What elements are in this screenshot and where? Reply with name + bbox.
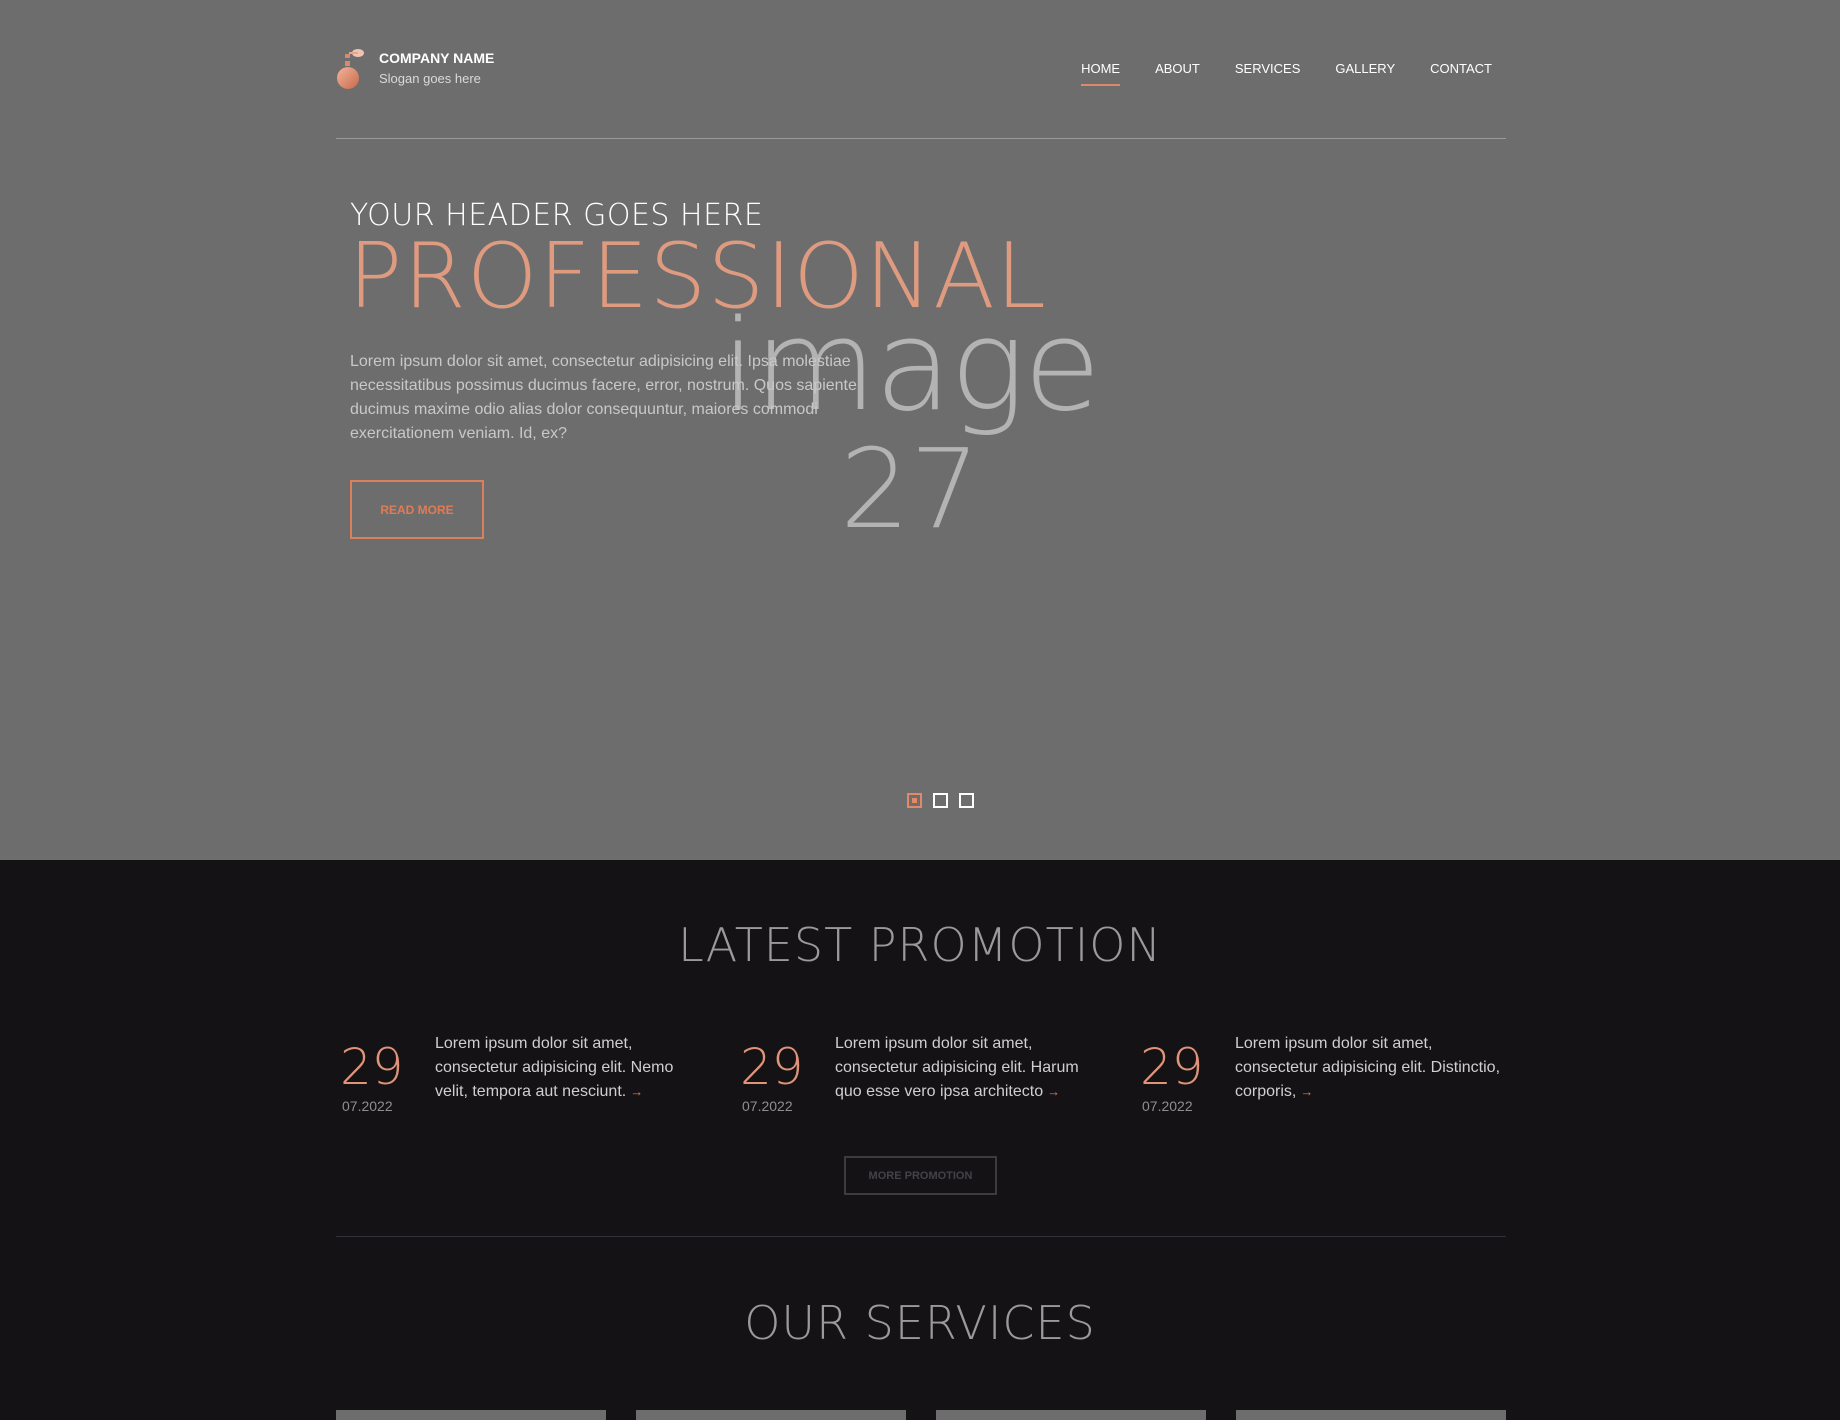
promotion-item: 29 07.2022 Lorem ipsum dolor sit amet, c… (336, 1030, 706, 1120)
service-card[interactable] (936, 1410, 1206, 1420)
promotion-text-body: Lorem ipsum dolor sit amet, consectetur … (835, 1035, 1079, 1100)
section-divider (336, 1236, 1506, 1237)
promotion-day: 29 (340, 1038, 404, 1096)
nav-item-contact[interactable]: CONTACT (1430, 61, 1492, 86)
promotion-list: 29 07.2022 Lorem ipsum dolor sit amet, c… (336, 1030, 1506, 1120)
nav-item-about[interactable]: ABOUT (1155, 61, 1200, 86)
more-promotion-button[interactable]: MORE PROMOTION (844, 1156, 997, 1195)
slide-dot-3[interactable] (959, 793, 974, 808)
services-title: OUR SERVICES (744, 1296, 1096, 1350)
company-name: COMPANY NAME (379, 50, 495, 66)
service-card[interactable] (1236, 1410, 1506, 1420)
promotion-item: 29 07.2022 Lorem ipsum dolor sit amet, c… (736, 1030, 1106, 1120)
slogan: Slogan goes here (379, 71, 481, 86)
service-card[interactable] (636, 1410, 906, 1420)
slide-dot-1[interactable] (907, 793, 922, 808)
hero-slider: image 27 COMPANY NAME Slogan goes here H… (0, 0, 1840, 860)
placeholder-number: 27 (840, 425, 980, 554)
promotion-text: Lorem ipsum dolor sit amet, consectetur … (435, 1032, 705, 1104)
arrow-right-icon[interactable]: → (1300, 1084, 1313, 1099)
promotion-date: 07.2022 (1142, 1098, 1193, 1114)
promotion-title: LATEST PROMOTION (678, 918, 1162, 972)
nav-item-services[interactable]: SERVICES (1235, 61, 1301, 86)
promotion-day: 29 (740, 1038, 804, 1096)
nav-item-home[interactable]: HOME (1081, 61, 1121, 86)
header-divider (336, 138, 1506, 139)
nav-item-gallery[interactable]: GALLERY (1335, 61, 1395, 86)
promotion-text: Lorem ipsum dolor sit amet, consectetur … (835, 1032, 1105, 1104)
site-header: COMPANY NAME Slogan goes here HOME ABOUT… (336, 48, 1506, 140)
promotion-date: 07.2022 (342, 1098, 393, 1114)
arrow-right-icon[interactable]: → (630, 1084, 643, 1099)
promotion-date: 07.2022 (742, 1098, 793, 1114)
slider-pagination (907, 793, 974, 808)
arrow-right-icon[interactable]: → (1047, 1084, 1060, 1099)
hero-title: PROFESSIONAL (348, 224, 1047, 329)
slide-dot-2[interactable] (933, 793, 948, 808)
hero-text: Lorem ipsum dolor sit amet, consectetur … (350, 353, 857, 442)
promotion-item: 29 07.2022 Lorem ipsum dolor sit amet, c… (1136, 1030, 1506, 1120)
promotion-day: 29 (1140, 1038, 1204, 1096)
promotion-text-body: Lorem ipsum dolor sit amet, consectetur … (1235, 1035, 1501, 1100)
service-card[interactable] (336, 1410, 606, 1420)
perfume-bottle-icon[interactable] (336, 48, 366, 90)
read-more-button[interactable]: READ MORE (350, 480, 484, 539)
promotion-text: Lorem ipsum dolor sit amet, consectetur … (1235, 1032, 1505, 1104)
main-nav: HOME ABOUT SERVICES GALLERY CONTACT (1081, 61, 1492, 86)
